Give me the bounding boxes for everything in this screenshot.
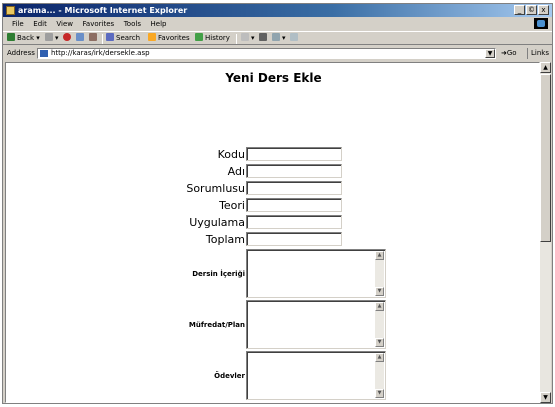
scroll-up-icon[interactable]: ▲ [375, 302, 384, 311]
title-bar[interactable]: arama... - Microsoft Internet Explorer _… [3, 4, 552, 17]
scroll-up-icon[interactable]: ▲ [540, 62, 551, 73]
menu-file[interactable]: File [12, 20, 24, 28]
refresh-icon [76, 33, 84, 41]
forward-arrow-icon [45, 33, 53, 41]
menu-favorites[interactable]: Favorites [83, 20, 115, 28]
home-button[interactable] [89, 33, 99, 44]
menu-view[interactable]: View [56, 20, 73, 28]
teori-input[interactable] [246, 198, 342, 212]
forward-button[interactable]: ▾ [45, 33, 59, 44]
favorites-button[interactable]: Favorites [148, 33, 190, 44]
scroll-thumb[interactable] [540, 74, 551, 242]
favorites-icon [148, 33, 156, 41]
textarea-scrollbar[interactable]: ▲ ▼ [375, 353, 384, 398]
history-icon [195, 33, 203, 41]
uygulama-label: Uygulama [189, 216, 245, 229]
standard-toolbar: Back ▾ ▾ Search Favorites History ▾ ▾ [3, 31, 552, 45]
address-input[interactable]: http://karas/irk/dersekle.asp [37, 48, 496, 59]
page-icon [40, 50, 48, 57]
field-row-toplam: Toplam [6, 232, 539, 247]
print-icon [259, 33, 267, 41]
minimize-button[interactable]: _ [514, 5, 525, 15]
textarea-scrollbar[interactable]: ▲ ▼ [375, 251, 384, 296]
field-row-sorumlusu: Sorumlusu [6, 181, 539, 196]
back-label: Back [17, 34, 34, 42]
address-label: Address [7, 49, 35, 57]
links-button[interactable]: Links [527, 48, 549, 59]
field-row-adi: Adı [6, 164, 539, 179]
history-label: History [205, 34, 230, 42]
textarea-row-odevler: Ödevler ▲ ▼ [6, 351, 539, 400]
discuss-icon [290, 33, 298, 41]
field-row-kodu: Kodu [6, 147, 539, 162]
sorumlusu-input[interactable] [246, 181, 342, 195]
adi-label: Adı [227, 165, 245, 178]
odevler-textarea[interactable]: ▲ ▼ [246, 351, 386, 400]
page-title: Yeni Ders Ekle [225, 71, 322, 85]
field-row-uygulama: Uygulama [6, 215, 539, 230]
print-button[interactable] [259, 33, 269, 44]
go-label: Go [506, 49, 517, 57]
edit-icon [272, 33, 280, 41]
close-button[interactable]: x [538, 5, 549, 15]
ie-app-icon [6, 6, 15, 15]
textarea-scrollbar[interactable]: ▲ ▼ [375, 302, 384, 347]
menu-edit[interactable]: Edit [33, 20, 47, 28]
toplam-label: Toplam [205, 233, 245, 246]
address-dropdown-button[interactable]: ▼ [485, 49, 495, 58]
scroll-down-icon[interactable]: ▼ [375, 338, 384, 347]
maximize-button[interactable]: © [526, 5, 537, 15]
textarea-row-mufredat: Müfredat/Plan ▲ ▼ [6, 300, 539, 349]
adi-input[interactable] [246, 164, 342, 178]
teori-label: Teori [219, 199, 245, 212]
toolbar-separator [102, 34, 103, 44]
uygulama-input[interactable] [246, 215, 342, 229]
scroll-down-icon[interactable]: ▼ [540, 392, 551, 403]
back-button[interactable]: Back ▾ [7, 33, 40, 44]
kodu-label: Kodu [217, 148, 245, 161]
history-button[interactable]: History [195, 33, 230, 44]
mufredat-plan-textarea[interactable]: ▲ ▼ [246, 300, 386, 349]
search-icon [106, 33, 114, 41]
mail-button[interactable]: ▾ [241, 33, 255, 44]
dersin-icerigi-label: Dersin İçeriği [192, 269, 245, 278]
address-url: http://karas/irk/dersekle.asp [51, 49, 150, 57]
menu-help[interactable]: Help [151, 20, 167, 28]
menu-bar: File Edit View Favorites Tools Help [3, 18, 552, 29]
menu-tools[interactable]: Tools [124, 20, 141, 28]
stop-button[interactable] [63, 33, 73, 44]
scroll-down-icon[interactable]: ▼ [375, 287, 384, 296]
mail-icon [241, 33, 249, 41]
back-arrow-icon [7, 33, 15, 41]
edit-button[interactable]: ▾ [272, 33, 286, 44]
refresh-button[interactable] [76, 33, 86, 44]
stop-icon [63, 33, 71, 41]
search-label: Search [116, 34, 141, 42]
odevler-label: Ödevler [214, 371, 245, 380]
toplam-input[interactable] [246, 232, 342, 246]
textarea-row-icerik: Dersin İçeriği ▲ ▼ [6, 249, 539, 298]
scroll-down-icon[interactable]: ▼ [375, 389, 384, 398]
discuss-button[interactable] [290, 33, 300, 44]
toolbar-separator [236, 34, 237, 44]
address-bar: Address http://karas/irk/dersekle.asp ▼ … [3, 47, 552, 60]
page-content: Yeni Ders Ekle Kodu Adı Sorumlusu Teori … [5, 62, 540, 403]
favorites-label: Favorites [158, 34, 190, 42]
ie-throbber-icon [534, 18, 548, 29]
kodu-input[interactable] [246, 147, 342, 161]
scroll-up-icon[interactable]: ▲ [375, 251, 384, 260]
scroll-up-icon[interactable]: ▲ [375, 353, 384, 362]
window-title: arama... - Microsoft Internet Explorer [18, 6, 188, 15]
search-button[interactable]: Search [106, 33, 140, 44]
home-icon [89, 33, 97, 41]
go-button[interactable]: ➜Go [501, 48, 517, 59]
dersin-icerigi-textarea[interactable]: ▲ ▼ [246, 249, 386, 298]
mufredat-plan-label: Müfredat/Plan [188, 320, 245, 329]
field-row-teori: Teori [6, 198, 539, 213]
browser-window: arama... - Microsoft Internet Explorer _… [2, 3, 553, 404]
page-scrollbar[interactable]: ▲ ▼ [540, 62, 551, 403]
sorumlusu-label: Sorumlusu [186, 182, 245, 195]
